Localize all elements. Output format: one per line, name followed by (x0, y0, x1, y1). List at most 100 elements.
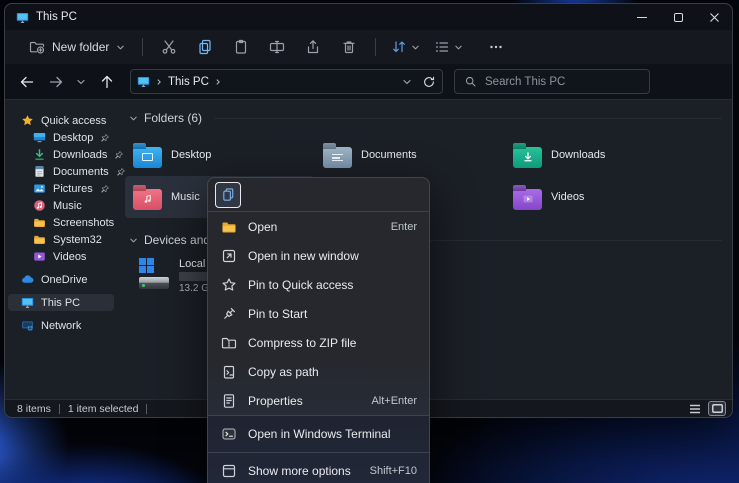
up-button[interactable] (93, 69, 120, 95)
sidebar-item-documents[interactable]: Documents (8, 163, 114, 180)
collapse-chevron-icon (129, 114, 138, 123)
delete-button[interactable] (333, 34, 365, 60)
menu-item-label: Compress to ZIP file (248, 336, 356, 350)
sidebar-item-system32[interactable]: System32 (8, 231, 114, 248)
paste-button[interactable] (225, 34, 257, 60)
thumbnail-view-button[interactable] (708, 401, 726, 416)
sidebar-item-desktop[interactable]: Desktop (8, 129, 114, 146)
delete-icon (341, 39, 357, 55)
open-folder-icon (221, 219, 237, 235)
view-button[interactable] (429, 34, 468, 60)
sidebar-item-this-pc[interactable]: This PC (8, 294, 114, 311)
menu-item-open-new-window[interactable]: Open in new window (208, 241, 429, 270)
sidebar-item-pictures[interactable]: Pictures (8, 180, 114, 197)
close-button[interactable] (696, 4, 732, 30)
search-box[interactable]: Search This PC (454, 69, 650, 94)
downloads-folder-icon (513, 147, 542, 168)
selection-count: 1 item selected (68, 403, 139, 415)
status-divider (146, 404, 147, 414)
desktop-icon (33, 131, 46, 144)
recent-locations-button[interactable] (71, 69, 91, 95)
menu-item-open-windows-terminal[interactable]: Open in Windows Terminal (208, 416, 429, 452)
network-icon (21, 319, 34, 332)
menu-item-label: Show more options (248, 464, 351, 478)
forward-button[interactable] (42, 69, 69, 95)
pin-icon (100, 133, 110, 143)
star-icon (21, 114, 34, 127)
share-button[interactable] (297, 34, 329, 60)
documents-folder-icon (323, 147, 352, 168)
folder-tile-documents[interactable]: Documents (315, 134, 505, 176)
sort-icon (391, 39, 407, 55)
address-dropdown-icon[interactable] (402, 77, 412, 87)
folder-name: Documents (361, 149, 417, 161)
music-icon (33, 199, 46, 212)
list-view-icon (689, 404, 701, 414)
maximize-button[interactable] (660, 4, 696, 30)
zip-icon (221, 335, 237, 351)
details-view-button[interactable] (686, 401, 704, 416)
toolbar-divider (142, 38, 143, 56)
folder-icon (33, 233, 46, 246)
sidebar-item-downloads[interactable]: Downloads (8, 146, 114, 163)
chevron-down-icon (116, 43, 125, 52)
sidebar-item-onedrive[interactable]: OneDrive (8, 271, 114, 288)
onedrive-icon (21, 273, 34, 286)
menu-item-copy-as-path[interactable]: Copy as path (208, 357, 429, 386)
menu-item-show-more-options[interactable]: Show more options Shift+F10 (208, 453, 429, 483)
folder-tile-videos[interactable]: Videos (505, 176, 695, 218)
breadcrumb-this-pc[interactable]: This PC (168, 76, 209, 88)
menu-item-pin-quick-access[interactable]: Pin to Quick access (208, 270, 429, 299)
sidebar: Quick access Desktop Downloads Documents (5, 100, 117, 399)
folder-tile-desktop[interactable]: Desktop (125, 134, 315, 176)
breadcrumb-chevron-icon (155, 78, 163, 86)
menu-item-shortcut: Alt+Enter (371, 395, 417, 407)
new-folder-label: New folder (52, 40, 109, 54)
sidebar-item-label: Videos (53, 251, 86, 263)
menu-item-pin-to-start[interactable]: Pin to Start (208, 299, 429, 328)
menu-item-properties[interactable]: Properties Alt+Enter (208, 386, 429, 415)
menu-item-compress-zip[interactable]: Compress to ZIP file (208, 328, 429, 357)
videos-folder-icon (513, 189, 542, 210)
sidebar-item-network[interactable]: Network (8, 317, 114, 334)
copy-button[interactable] (189, 34, 221, 60)
document-icon (33, 165, 46, 178)
play-glyph (522, 193, 534, 205)
back-button[interactable] (13, 69, 40, 95)
pin-icon (221, 306, 237, 322)
paste-icon (233, 39, 249, 55)
sidebar-item-videos[interactable]: Videos (8, 248, 114, 265)
sidebar-item-label: System32 (53, 234, 102, 246)
window-title: This PC (36, 11, 77, 23)
sidebar-item-label: This PC (41, 297, 80, 309)
quick-copy-button[interactable] (215, 182, 241, 208)
chevron-down-icon (454, 43, 463, 52)
more-options-button[interactable] (480, 34, 512, 60)
sidebar-item-quick-access[interactable]: Quick access (8, 112, 114, 129)
new-folder-button[interactable]: New folder (22, 34, 132, 60)
address-bar[interactable]: This PC (130, 69, 443, 94)
sidebar-item-screenshots[interactable]: Screenshots (8, 214, 114, 231)
terminal-icon (221, 426, 237, 442)
sidebar-item-music[interactable]: Music (8, 197, 114, 214)
sidebar-item-label: Screenshots (53, 217, 114, 229)
rename-button[interactable] (261, 34, 293, 60)
maximize-icon (674, 13, 683, 22)
search-placeholder: Search This PC (485, 76, 565, 88)
sort-button[interactable] (386, 34, 425, 60)
minimize-button[interactable] (624, 4, 660, 30)
minimize-icon (637, 17, 647, 18)
items-count: 8 items (17, 403, 51, 415)
folders-section-header[interactable]: Folders (6) (129, 110, 722, 126)
monitor-icon (21, 296, 34, 309)
sidebar-item-label: Network (41, 320, 81, 332)
copy-path-icon (221, 364, 237, 380)
folder-tile-downloads[interactable]: Downloads (505, 134, 695, 176)
collapse-chevron-icon (129, 236, 138, 245)
cut-button[interactable] (153, 34, 185, 60)
refresh-icon[interactable] (422, 75, 436, 89)
ellipsis-icon (488, 39, 504, 55)
menu-item-open[interactable]: Open Enter (208, 212, 429, 241)
cut-icon (161, 39, 177, 55)
this-pc-app-icon (16, 11, 29, 24)
